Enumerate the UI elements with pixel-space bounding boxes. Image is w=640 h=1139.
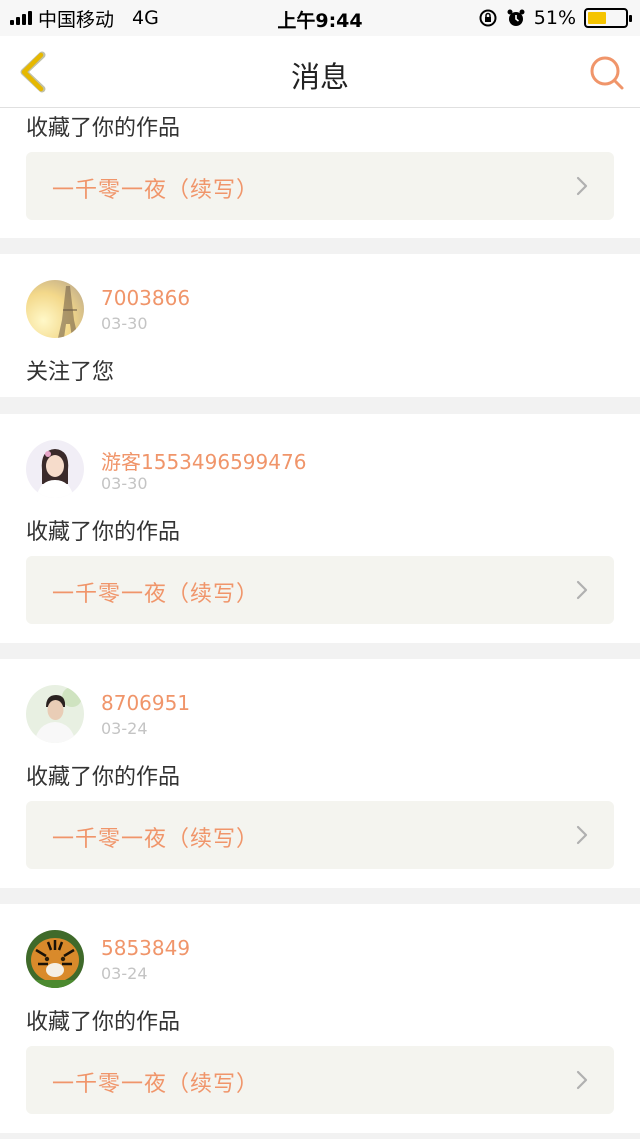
message-date: 03-24 — [101, 964, 148, 983]
work-link[interactable]: 一千零一夜（续写） — [26, 556, 614, 624]
chevron-right-icon — [576, 825, 588, 845]
work-title: 一千零一夜（续写） — [52, 827, 260, 852]
page-title: 消息 — [290, 60, 349, 94]
status-bar: 中国移动 4G 上午9:44 51% — [0, 0, 640, 36]
work-link[interactable]: 一千零一夜（续写） — [26, 801, 614, 869]
avatar[interactable] — [26, 930, 84, 988]
message-card: 8706951 03-24 收藏了你的作品 一千零一夜（续写） — [0, 659, 640, 888]
work-title: 一千零一夜（续写） — [52, 178, 260, 203]
message-list[interactable]: 收藏了你的作品 一千零一夜（续写） 7003866 03-30 关注了您 游客1… — [0, 108, 640, 1139]
message-action: 关注了您 — [26, 360, 115, 385]
username[interactable]: 8706951 — [101, 691, 190, 715]
search-icon[interactable] — [586, 52, 626, 92]
message-card: 7003866 03-30 关注了您 — [0, 254, 640, 397]
work-link[interactable]: 一千零一夜（续写） — [26, 152, 614, 220]
message-card: 5853849 03-24 收藏了你的作品 一千零一夜（续写） — [0, 904, 640, 1133]
chevron-right-icon — [576, 580, 588, 600]
message-date: 03-30 — [101, 474, 148, 493]
avatar[interactable] — [26, 685, 84, 743]
message-action: 收藏了你的作品 — [26, 1010, 181, 1035]
chevron-right-icon — [576, 1070, 588, 1090]
chevron-right-icon — [576, 176, 588, 196]
battery-percent: 51% — [533, 7, 576, 29]
work-link[interactable]: 一千零一夜（续写） — [26, 1046, 614, 1114]
username[interactable]: 游客1553496599476 — [101, 446, 306, 475]
nav-bar: 消息 — [0, 36, 640, 108]
rotation-lock-icon — [478, 8, 498, 28]
status-right: 51% — [478, 0, 632, 36]
message-action: 收藏了你的作品 — [26, 116, 181, 141]
message-action: 收藏了你的作品 — [26, 765, 181, 790]
avatar[interactable] — [26, 440, 84, 498]
message-card: 游客1553496599476 03-30 收藏了你的作品 一千零一夜（续写） — [0, 414, 640, 643]
message-date: 03-24 — [101, 719, 148, 738]
alarm-icon — [506, 8, 526, 28]
username[interactable]: 7003866 — [101, 286, 190, 310]
message-action: 收藏了你的作品 — [26, 520, 181, 545]
battery-icon — [584, 8, 632, 28]
message-card: 收藏了你的作品 一千零一夜（续写） — [0, 108, 640, 238]
work-title: 一千零一夜（续写） — [52, 1072, 260, 1097]
username[interactable]: 5853849 — [101, 936, 190, 960]
message-date: 03-30 — [101, 314, 148, 333]
work-title: 一千零一夜（续写） — [52, 582, 260, 607]
avatar[interactable] — [26, 280, 84, 338]
